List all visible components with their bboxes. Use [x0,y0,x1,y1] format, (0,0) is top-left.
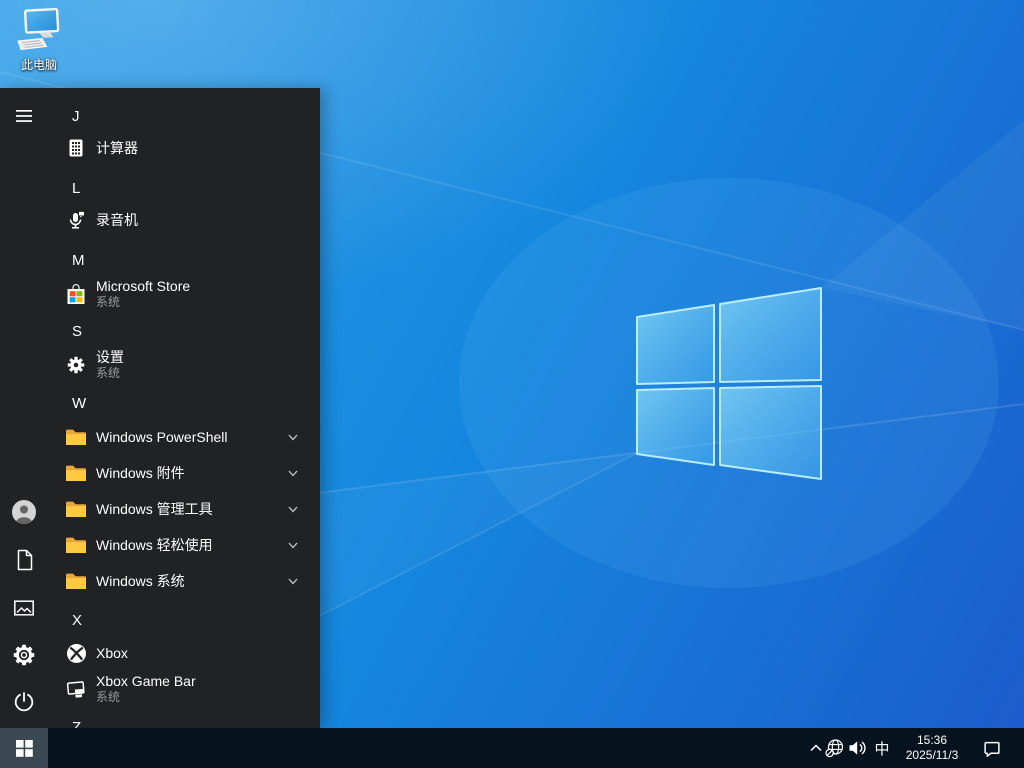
documents-button[interactable] [0,536,48,584]
start-item-windows-admin-tools[interactable]: Windows 管理工具 [48,492,320,526]
start-item-calculator[interactable]: 计算器 [48,131,320,165]
xbox-icon [64,641,88,665]
folder-icon [64,461,88,485]
start-menu: J 计算器 L 录音机 M Microsoft Store 系统 S 设置 系统… [0,88,320,728]
pictures-icon [14,600,34,616]
start-menu-rail [0,88,48,728]
this-pc-icon [17,8,60,51]
power-icon [14,692,34,712]
chevron-down-icon[interactable] [286,502,300,516]
user-avatar-icon [12,500,36,524]
calculator-icon [64,136,88,160]
start-item-voice-recorder[interactable]: 录音机 [48,203,320,237]
clock-time: 15:36 [916,733,948,747]
chevron-down-icon[interactable] [286,538,300,552]
documents-icon [17,549,33,571]
xbox-game-bar-icon [64,677,88,701]
start-section-w[interactable]: W [48,386,320,420]
pictures-button[interactable] [0,584,48,632]
settings-button[interactable] [0,631,48,679]
start-app-list: J 计算器 L 录音机 M Microsoft Store 系统 S 设置 系统… [48,88,320,728]
start-item-windows-ease-of-access[interactable]: Windows 轻松使用 [48,528,320,562]
clock-date: 2025/11/3 [905,748,959,762]
desktop-icon-label: 此电脑 [20,58,57,72]
action-center-icon [984,741,1000,757]
desktop-icon-this-pc[interactable]: 此电脑 [9,8,69,73]
taskbar: 中 15:36 2025/11/3 [0,728,1024,768]
user-account-button[interactable] [0,488,48,536]
speaker-icon [849,741,866,755]
voice-recorder-icon [64,208,88,232]
microsoft-store-icon [64,282,88,306]
folder-icon [64,497,88,521]
action-center-button[interactable] [980,728,1004,768]
start-item-microsoft-store[interactable]: Microsoft Store 系统 [48,271,320,317]
chevron-down-icon[interactable] [286,430,300,444]
folder-icon [64,425,88,449]
folder-icon [64,569,88,593]
chevron-up-icon [810,744,822,752]
chevron-down-icon[interactable] [286,574,300,588]
power-button[interactable] [0,678,48,726]
start-section-l[interactable]: L [48,171,320,205]
start-item-windows-accessories[interactable]: Windows 附件 [48,456,320,490]
start-section-j[interactable]: J [48,99,320,133]
start-section-x[interactable]: X [48,603,320,637]
start-item-windows-powershell[interactable]: Windows PowerShell [48,420,320,454]
tray-volume-button[interactable] [846,728,868,768]
tray-show-hidden-icons[interactable] [806,728,826,768]
start-section-z[interactable]: Z [48,710,320,729]
hamburger-menu-button[interactable] [0,92,48,140]
start-button[interactable] [0,728,48,768]
folder-icon [64,533,88,557]
start-item-xbox[interactable]: Xbox [48,636,320,670]
tray-ime-indicator[interactable]: 中 [871,728,893,768]
network-globe-offline-icon [825,738,844,757]
tray-network-button[interactable] [824,728,846,768]
tray-clock[interactable]: 15:36 2025/11/3 [897,728,967,768]
start-item-windows-system[interactable]: Windows 系统 [48,564,320,598]
chevron-down-icon[interactable] [286,466,300,480]
settings-gear-icon [64,353,88,377]
windows-logo-icon [15,739,33,757]
settings-gear-icon [13,644,35,666]
hamburger-icon [16,110,32,122]
start-item-xbox-game-bar[interactable]: Xbox Game Bar 系统 [48,666,320,712]
start-item-settings[interactable]: 设置 系统 [48,342,320,388]
screen: 此电脑 J 计算器 L 录音机 M Microsoft Store 系统 S 设… [0,0,1024,768]
